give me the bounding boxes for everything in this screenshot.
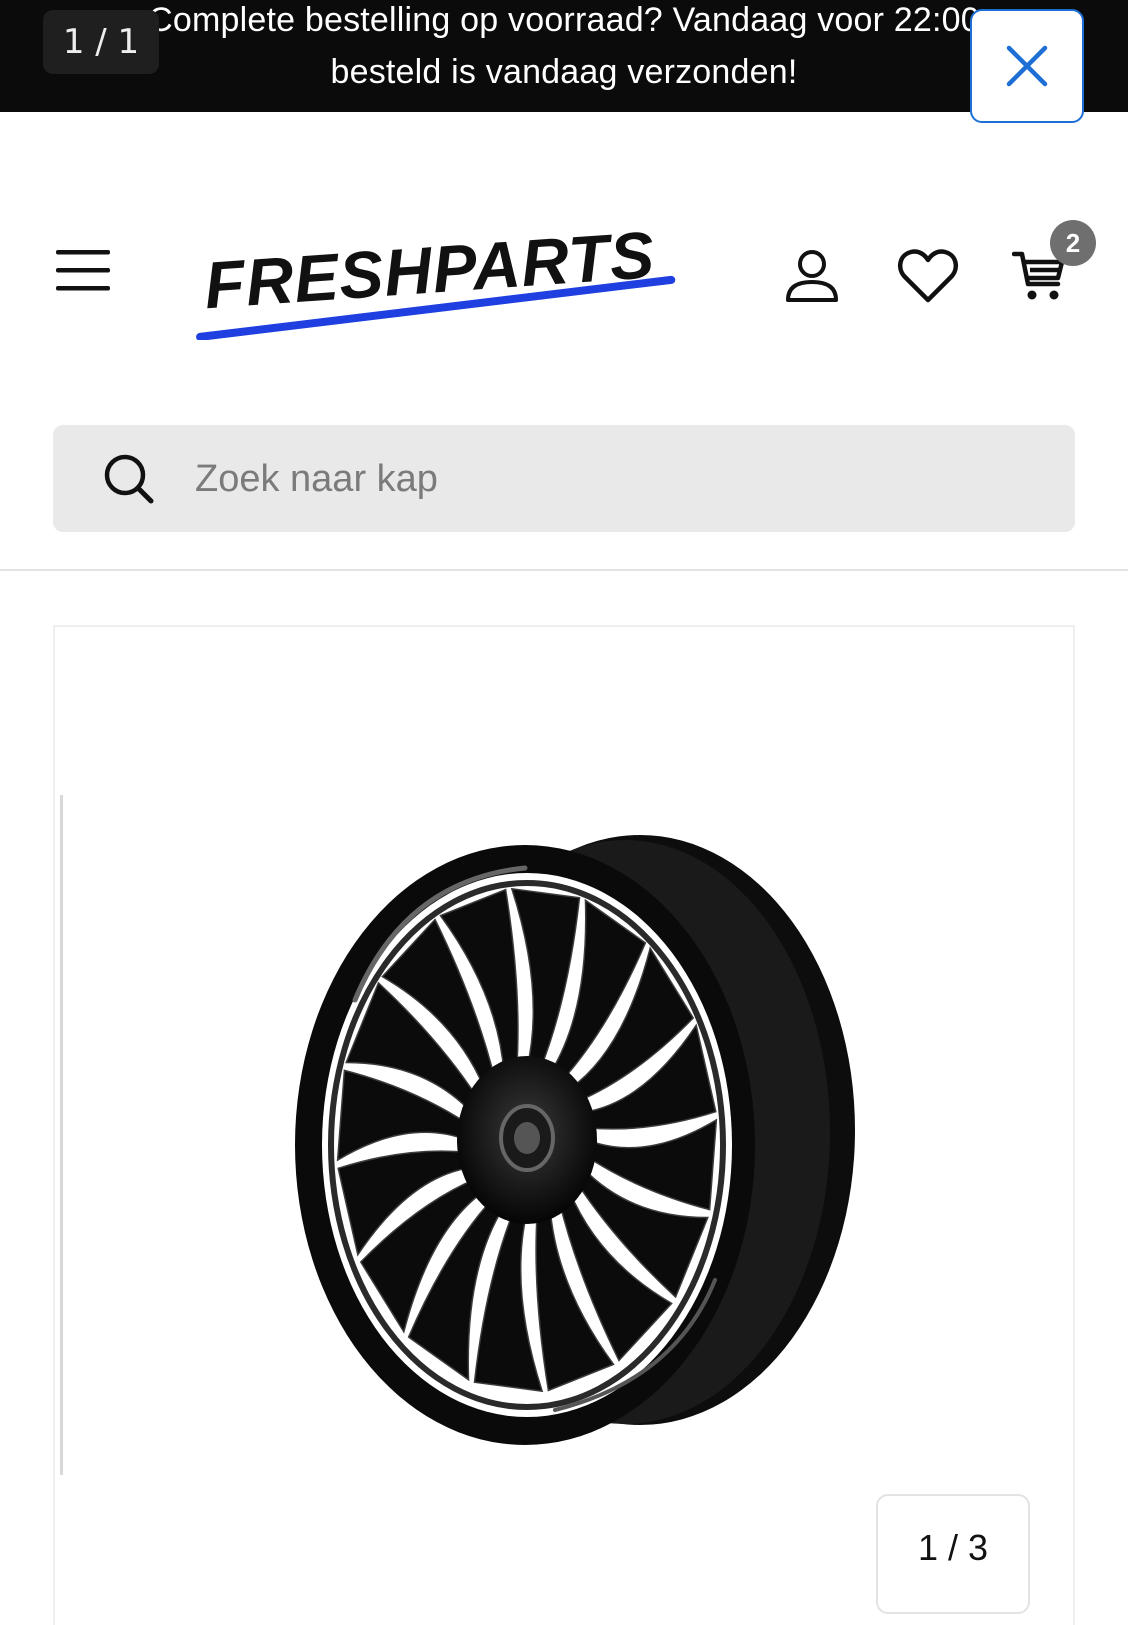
announcement-bar: Complete bestelling op voorraad? Vandaag… (0, 0, 1128, 112)
close-icon (1006, 45, 1048, 87)
announcement-counter: 1 / 1 (43, 10, 159, 74)
announcement-line-2: besteld is vandaag verzonden! (330, 53, 798, 91)
search-bar[interactable] (53, 425, 1075, 532)
announcement-line-1: Complete bestelling op voorraad? Vandaag… (148, 1, 980, 39)
freshparts-logo[interactable]: FRESHPARTS (190, 200, 690, 341)
search-input[interactable] (193, 445, 1037, 513)
cart-count-badge: 2 (1050, 220, 1096, 266)
header-divider (0, 569, 1128, 571)
hamburger-icon (56, 250, 110, 291)
heart-icon (897, 249, 959, 303)
user-icon (786, 250, 838, 302)
wishlist-button[interactable] (892, 240, 964, 312)
search-icon (104, 454, 154, 504)
announcement-text: Complete bestelling op voorraad? Vandaag… (0, 0, 1128, 98)
gallery-edge-line (60, 795, 63, 1475)
menu-button[interactable] (56, 248, 112, 294)
close-announcement-button[interactable] (970, 9, 1084, 123)
account-button[interactable] (776, 240, 848, 312)
gallery-page-indicator[interactable]: 1 / 3 (876, 1494, 1030, 1614)
product-image[interactable] (295, 820, 895, 1460)
